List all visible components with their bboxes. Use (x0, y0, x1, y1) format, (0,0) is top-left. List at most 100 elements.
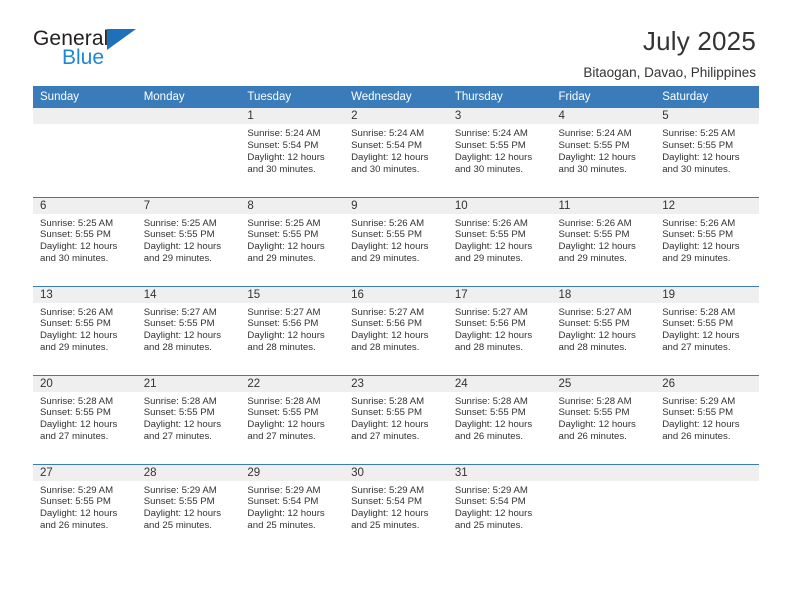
calendar-day-cell[interactable]: 15 Sunrise: 5:27 AM Sunset: 5:56 PM Dayligh… (240, 286, 345, 375)
day-info-line: Sunrise: 5:24 AM (558, 128, 632, 139)
day-number: 18 (551, 286, 656, 303)
day-info-line: Daylight: 12 hours (454, 241, 533, 253)
day-info-line: Sunset: 5:55 PM (40, 318, 111, 330)
day-sun-info: Sunrise: 5:26 AM Sunset: 5:55 PM Daylight:… (655, 214, 759, 266)
calendar-day-cell[interactable]: 31 Sunrise: 5:29 AM Sunset: 5:54 PM Dayligh… (447, 464, 552, 554)
day-info-line: and 29 minutes. (454, 253, 524, 265)
calendar-day-cell-empty (136, 108, 241, 197)
day-info-line: Daylight: 12 hours (247, 151, 325, 163)
day-info-line: Daylight: 12 hours (351, 419, 429, 431)
day-sun-info: Sunrise: 5:29 AM Sunset: 5:54 PM Daylight:… (344, 481, 448, 533)
calendar-day-cell[interactable]: 22 Sunrise: 5:28 AM Sunset: 5:55 PM Dayligh… (240, 375, 345, 464)
generalblue-logo: General Blue (33, 22, 145, 74)
calendar-week-row: 13 Sunrise: 5:26 AM Sunset: 5:55 PM Dayligh… (33, 285, 759, 375)
day-info-line: Sunset: 5:55 PM (454, 229, 526, 241)
calendar-day-cell[interactable]: 14 Sunrise: 5:27 AM Sunset: 5:55 PM Dayligh… (136, 286, 241, 375)
calendar-day-cell[interactable]: 11 Sunrise: 5:26 AM Sunset: 5:55 PM Dayligh… (551, 197, 656, 286)
day-info-line: and 28 minutes. (351, 342, 420, 354)
calendar-day-cell[interactable]: 16 Sunrise: 5:27 AM Sunset: 5:56 PM Dayligh… (344, 286, 448, 375)
calendar-day-cell[interactable]: 23 Sunrise: 5:28 AM Sunset: 5:55 PM Dayligh… (344, 375, 448, 464)
day-info-line: Daylight: 12 hours (558, 419, 636, 431)
day-info-line: and 27 minutes. (143, 431, 212, 443)
day-info-line: Daylight: 12 hours (143, 508, 222, 520)
day-number: 15 (240, 286, 345, 303)
day-sun-info: Sunrise: 5:25 AM Sunset: 5:55 PM Daylight:… (137, 214, 241, 266)
calendar-day-cell[interactable]: 10 Sunrise: 5:26 AM Sunset: 5:55 PM Dayligh… (447, 197, 552, 286)
calendar-day-cell[interactable]: 5 Sunrise: 5:25 AM Sunset: 5:55 PM Daylight… (655, 108, 759, 197)
calendar-day-cell[interactable]: 30 Sunrise: 5:29 AM Sunset: 5:54 PM Dayligh… (344, 464, 448, 554)
day-number: 7 (136, 197, 241, 214)
day-info-line: Sunrise: 5:24 AM (454, 128, 528, 139)
day-info-line: Sunrise: 5:24 AM (351, 128, 425, 139)
weekday-header-friday: Friday (551, 86, 656, 108)
day-info-line: and 25 minutes. (454, 520, 524, 532)
day-info-line: Sunset: 5:55 PM (558, 229, 630, 241)
day-info-line: Sunrise: 5:29 AM (351, 484, 425, 496)
day-info-line: Sunset: 5:54 PM (247, 139, 319, 151)
calendar-day-cell[interactable]: 18 Sunrise: 5:27 AM Sunset: 5:55 PM Dayligh… (551, 286, 656, 375)
calendar-day-cell[interactable]: 26 Sunrise: 5:29 AM Sunset: 5:55 PM Dayligh… (655, 375, 759, 464)
day-info-line: Daylight: 12 hours (40, 241, 118, 253)
day-number: 21 (136, 375, 241, 392)
day-info-line: Sunset: 5:54 PM (351, 139, 423, 151)
calendar-day-cell[interactable]: 4 Sunrise: 5:24 AM Sunset: 5:55 PM Daylight… (551, 108, 656, 197)
day-sun-info: Sunrise: 5:28 AM Sunset: 5:55 PM Daylight:… (240, 392, 344, 444)
calendar-day-cell[interactable]: 20 Sunrise: 5:28 AM Sunset: 5:55 PM Dayligh… (33, 375, 137, 464)
calendar-day-cell[interactable]: 12 Sunrise: 5:26 AM Sunset: 5:55 PM Dayligh… (655, 197, 759, 286)
day-info-line: Sunrise: 5:29 AM (662, 395, 736, 407)
day-sun-info: Sunrise: 5:25 AM Sunset: 5:55 PM Daylight:… (655, 124, 759, 176)
day-info-line: Sunrise: 5:27 AM (558, 306, 632, 318)
logo-blue-text: Blue (62, 46, 105, 69)
day-info-line: Sunrise: 5:25 AM (247, 217, 321, 229)
weekday-header-row: Sunday Monday Tuesday Wednesday Thursday Frid… (33, 86, 759, 108)
day-info-line: Sunrise: 5:28 AM (247, 395, 321, 407)
day-sun-info: Sunrise: 5:29 AM Sunset: 5:55 PM Daylight:… (137, 481, 241, 533)
day-number: 27 (33, 464, 137, 481)
day-info-line: Daylight: 12 hours (247, 330, 325, 342)
day-number: 11 (551, 197, 656, 214)
day-sun-info: Sunrise: 5:27 AM Sunset: 5:56 PM Daylight:… (344, 303, 448, 355)
day-number: 29 (240, 464, 345, 481)
calendar-day-cell[interactable]: 8 Sunrise: 5:25 AM Sunset: 5:55 PM Daylight… (240, 197, 345, 286)
day-info-line: Sunrise: 5:28 AM (662, 306, 736, 318)
calendar-day-cell[interactable]: 27 Sunrise: 5:29 AM Sunset: 5:55 PM Dayligh… (33, 464, 137, 554)
day-number: 28 (136, 464, 241, 481)
calendar-day-cell[interactable]: 29 Sunrise: 5:29 AM Sunset: 5:54 PM Dayligh… (240, 464, 345, 554)
day-info-line: and 26 minutes. (558, 431, 627, 443)
day-number: 10 (447, 197, 552, 214)
calendar-day-cell[interactable]: 21 Sunrise: 5:28 AM Sunset: 5:55 PM Dayligh… (136, 375, 241, 464)
calendar-day-cell[interactable]: 7 Sunrise: 5:25 AM Sunset: 5:55 PM Daylight… (136, 197, 241, 286)
day-info-line: Sunrise: 5:28 AM (143, 395, 217, 407)
day-info-line: and 30 minutes. (662, 163, 731, 175)
calendar-day-cell[interactable]: 2 Sunrise: 5:24 AM Sunset: 5:54 PM Daylight… (344, 108, 448, 197)
day-info-line: Sunset: 5:55 PM (558, 407, 630, 419)
calendar-day-cell[interactable]: 24 Sunrise: 5:28 AM Sunset: 5:55 PM Dayligh… (447, 375, 552, 464)
day-info-line: Sunrise: 5:26 AM (351, 217, 425, 229)
day-info-line: Sunset: 5:55 PM (143, 318, 215, 330)
calendar-week-row: 1 Sunrise: 5:24 AM Sunset: 5:54 PM Daylight… (33, 108, 759, 197)
calendar-day-cell[interactable]: 6 Sunrise: 5:25 AM Sunset: 5:55 PM Daylight… (33, 197, 137, 286)
calendar-day-cell[interactable]: 17 Sunrise: 5:27 AM Sunset: 5:56 PM Dayligh… (447, 286, 552, 375)
calendar-day-cell[interactable]: 9 Sunrise: 5:26 AM Sunset: 5:55 PM Daylight… (344, 197, 448, 286)
day-info-line: and 25 minutes. (143, 520, 212, 532)
calendar-day-cell[interactable]: 28 Sunrise: 5:29 AM Sunset: 5:55 PM Dayligh… (136, 464, 241, 554)
day-sun-info: Sunrise: 5:29 AM Sunset: 5:55 PM Daylight:… (655, 392, 759, 444)
day-info-line: Daylight: 12 hours (454, 508, 533, 520)
calendar-day-cell[interactable]: 13 Sunrise: 5:26 AM Sunset: 5:55 PM Dayligh… (33, 286, 137, 375)
day-info-line: and 25 minutes. (351, 520, 420, 532)
day-info-line: Sunrise: 5:26 AM (662, 217, 736, 229)
day-info-line: and 30 minutes. (351, 163, 420, 175)
calendar-day-cell[interactable]: 1 Sunrise: 5:24 AM Sunset: 5:54 PM Daylight… (240, 108, 345, 197)
day-info-line: and 27 minutes. (662, 342, 731, 354)
calendar-day-cell[interactable]: 3 Sunrise: 5:24 AM Sunset: 5:55 PM Daylight… (447, 108, 552, 197)
day-number: 16 (344, 286, 448, 303)
day-info-line: Daylight: 12 hours (143, 241, 222, 253)
day-number: 25 (551, 375, 656, 392)
day-info-line: Sunset: 5:55 PM (454, 139, 526, 151)
calendar-day-cell[interactable]: 19 Sunrise: 5:28 AM Sunset: 5:55 PM Dayligh… (655, 286, 759, 375)
day-sun-info: Sunrise: 5:27 AM Sunset: 5:55 PM Daylight:… (552, 303, 656, 355)
day-number: 12 (655, 197, 759, 214)
weekday-header-tuesday: Tuesday (240, 86, 345, 108)
day-info-line: Daylight: 12 hours (351, 330, 429, 342)
calendar-day-cell[interactable]: 25 Sunrise: 5:28 AM Sunset: 5:55 PM Dayligh… (551, 375, 656, 464)
